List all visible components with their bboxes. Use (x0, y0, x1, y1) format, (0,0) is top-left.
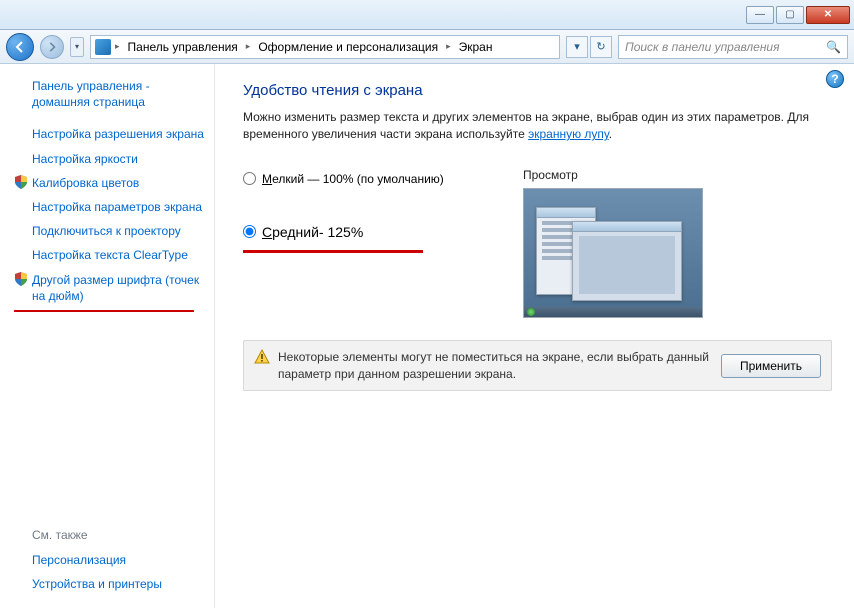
radio-medium-row[interactable]: Средний- 125% (243, 220, 493, 244)
radio-medium-label: Средний- 125% (262, 224, 363, 240)
forward-button[interactable] (40, 35, 64, 59)
magnifier-link[interactable]: экранную лупу (528, 127, 609, 141)
sidebar-home-link[interactable]: Панель управления - домашняя страница (14, 74, 214, 114)
shield-icon (14, 175, 28, 189)
back-button[interactable] (6, 33, 34, 61)
sidebar-item[interactable]: Настройка яркости (14, 147, 214, 171)
sidebar-item-label: Другой размер шрифта (точек на дюйм) (32, 272, 208, 304)
sidebar-item-label: Подключиться к проектору (32, 223, 181, 239)
shield-icon (14, 247, 28, 261)
breadcrumb[interactable]: ▸ Панель управления ▸ Оформление и персо… (90, 35, 560, 59)
search-placeholder: Поиск в панели управления (625, 40, 780, 54)
nav-history-dropdown[interactable]: ▾ (70, 37, 84, 57)
sidebar-footer-item[interactable]: Устройства и принтеры (14, 572, 204, 596)
breadcrumb-separator: ▸ (115, 41, 120, 52)
breadcrumb-item[interactable]: Оформление и персонализация (254, 38, 442, 56)
preview-heading: Просмотр (523, 168, 832, 182)
warning-icon (254, 349, 270, 365)
content-pane: ? Удобство чтения с экрана Можно изменит… (215, 64, 854, 608)
apply-button[interactable]: Применить (721, 354, 821, 378)
shield-icon (14, 126, 28, 140)
annotation-underline (14, 310, 194, 312)
sidebar-item-label: Настройка параметров экрана (32, 199, 202, 215)
radio-small-label: Мелкий — 100% (по умолчанию) (262, 172, 444, 186)
desc-text: Можно изменить размер текста и других эл… (243, 110, 809, 141)
page-description: Можно изменить размер текста и других эл… (243, 109, 823, 144)
notice-bar: Некоторые элементы могут не поместиться … (243, 340, 832, 392)
breadcrumb-item[interactable]: Панель управления (124, 38, 242, 56)
annotation-underline (243, 250, 423, 253)
size-options: Мелкий — 100% (по умолчанию) Средний- 12… (243, 168, 493, 318)
minimize-button[interactable]: — (746, 6, 774, 24)
radio-medium[interactable] (243, 225, 256, 238)
sidebar-footer-label: Устройства и принтеры (32, 576, 162, 592)
sidebar-item-label: Настройка яркости (32, 151, 138, 167)
sidebar-item[interactable]: Настройка текста ClearType (14, 243, 214, 267)
notice-text: Некоторые элементы могут не поместиться … (278, 349, 713, 383)
preview-thumbnail (523, 188, 703, 318)
radio-small-row[interactable]: Мелкий — 100% (по умолчанию) (243, 168, 493, 190)
shield-icon (14, 151, 28, 165)
close-button[interactable]: ✕ (806, 6, 850, 24)
sidebar-item[interactable]: Подключиться к проектору (14, 219, 214, 243)
sidebar-footer-heading: См. также (14, 524, 204, 548)
shield-icon (14, 272, 28, 286)
sidebar-item[interactable]: Калибровка цветов (14, 171, 214, 195)
desc-text: . (609, 127, 612, 141)
search-input[interactable]: Поиск в панели управления 🔍 (618, 35, 848, 59)
shield-icon (14, 199, 28, 213)
control-panel-icon (95, 39, 111, 55)
sidebar-item-label: Настройка текста ClearType (32, 247, 188, 263)
breadcrumb-dropdown-button[interactable]: ▾ (566, 36, 588, 58)
breadcrumb-item[interactable]: Экран (455, 38, 497, 56)
search-icon: 🔍 (826, 40, 841, 54)
spacer (14, 552, 28, 566)
toolbar: ▾ ▸ Панель управления ▸ Оформление и пер… (0, 30, 854, 64)
breadcrumb-separator: ▸ (446, 41, 451, 52)
spacer (14, 576, 28, 590)
radio-small[interactable] (243, 172, 256, 185)
page-title: Удобство чтения с экрана (243, 82, 832, 99)
window-titlebar: — ▢ ✕ (0, 0, 854, 30)
maximize-button[interactable]: ▢ (776, 6, 804, 24)
sidebar-item-label: Калибровка цветов (32, 175, 139, 191)
sidebar-item[interactable]: Настройка разрешения экрана (14, 122, 214, 146)
sidebar-footer: См. также Персонализация Устройства и при… (14, 524, 204, 596)
sidebar-footer-label: Персонализация (32, 552, 126, 568)
sidebar-item[interactable]: Настройка параметров экрана (14, 195, 214, 219)
shield-icon (14, 223, 28, 237)
refresh-button[interactable]: ↻ (590, 36, 612, 58)
sidebar-footer-item[interactable]: Персонализация (14, 548, 204, 572)
breadcrumb-separator: ▸ (246, 41, 251, 52)
help-icon[interactable]: ? (826, 70, 844, 88)
sidebar-item[interactable]: Другой размер шрифта (точек на дюйм) (14, 268, 214, 308)
sidebar-item-label: Настройка разрешения экрана (32, 126, 204, 142)
sidebar: Панель управления - домашняя страница На… (0, 64, 215, 608)
